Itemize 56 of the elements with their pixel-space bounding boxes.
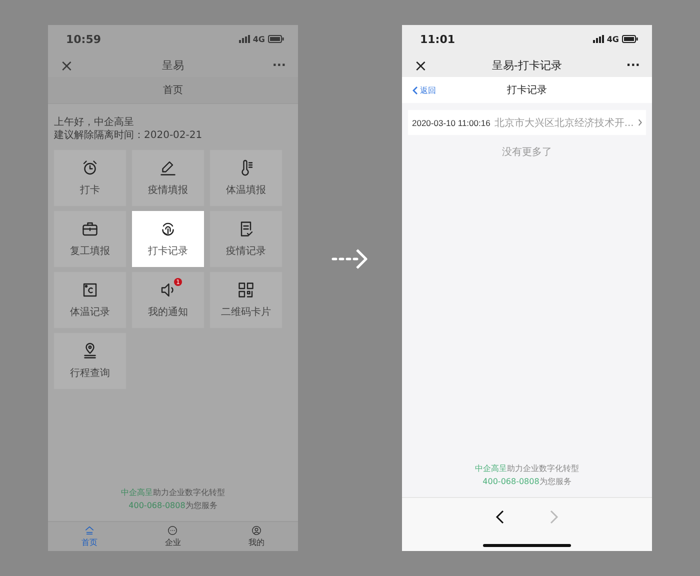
chevron-right-icon (549, 510, 559, 524)
menu-tile[interactable]: 打卡记录 (132, 211, 204, 267)
status-time: 10:59 (66, 32, 102, 46)
greeting-text: 上午好，中企高呈 (54, 116, 135, 129)
phone-number: 400-068-0808 (128, 501, 186, 510)
end-of-list-text: 没有更多了 (502, 147, 552, 158)
menu-tile[interactable]: 疫情记录 (210, 211, 282, 267)
fingerprint-icon (159, 220, 177, 238)
close-button[interactable]: × (60, 56, 74, 74)
chat-bubble-icon (167, 525, 178, 536)
close-button[interactable]: × (414, 56, 428, 74)
menu-tile[interactable]: 体温记录 (54, 272, 126, 328)
tab-bar-item[interactable]: 我的 (214, 522, 298, 551)
signal-icon (238, 35, 250, 43)
celsius-icon (81, 281, 99, 299)
slogan-text: 助力企业数字化转型 (507, 464, 579, 473)
back-link[interactable]: 返回 (412, 77, 436, 103)
window-title: 呈易 (162, 58, 184, 72)
network-label: 4G (606, 34, 619, 44)
signal-icon (592, 35, 604, 43)
menu-tile[interactable]: 二维码卡片 (210, 272, 282, 328)
tab-bar-item[interactable]: 企业 (131, 522, 215, 551)
pencil-icon (159, 159, 177, 177)
menu-tile[interactable]: 复工填报 (54, 211, 126, 267)
user-icon (250, 525, 262, 536)
company-name: 中企高呈 (475, 464, 507, 473)
alarm-clock-icon (81, 159, 99, 177)
briefcase-icon (81, 220, 99, 238)
company-name: 中企高呈 (121, 488, 153, 497)
quarantine-date-text: 建议解除隔离时间：2020-02-21 (54, 129, 204, 142)
page-title: 打卡记录 (507, 84, 547, 97)
battery-icon (268, 35, 284, 43)
chevron-left-icon (412, 86, 418, 94)
network-label: 4G (252, 34, 265, 44)
record-row[interactable]: 2020-03-10 11:00:16 北京市大兴区北京经济技术开... (408, 110, 646, 135)
arrow-icon (331, 247, 369, 271)
chevron-right-icon (638, 118, 642, 127)
window-title: 呈易-打卡记录 (492, 58, 562, 72)
qr-code-icon (237, 281, 255, 299)
slogan-text: 助力企业数字化转型 (153, 488, 225, 497)
home-icon (84, 525, 96, 536)
menu-tile[interactable]: 打卡 (54, 150, 126, 206)
service-text: 为您服务 (539, 477, 572, 486)
location-pin-icon (81, 342, 99, 360)
page-title: 首页 (163, 84, 183, 97)
status-time: 11:01 (420, 32, 456, 46)
battery-icon (622, 35, 638, 43)
phone-number: 400-068-0808 (482, 477, 540, 486)
more-button[interactable]: ··· (626, 58, 640, 72)
tab-bar-item[interactable]: 首页 (48, 522, 132, 551)
more-button[interactable]: ··· (272, 58, 286, 72)
menu-tile[interactable]: 体温填报 (210, 150, 282, 206)
service-text: 为您服务 (185, 501, 218, 510)
menu-tile[interactable]: 行程查询 (54, 333, 126, 389)
menu-tile[interactable]: 疫情填报 (132, 150, 204, 206)
chevron-left-icon (495, 510, 505, 524)
